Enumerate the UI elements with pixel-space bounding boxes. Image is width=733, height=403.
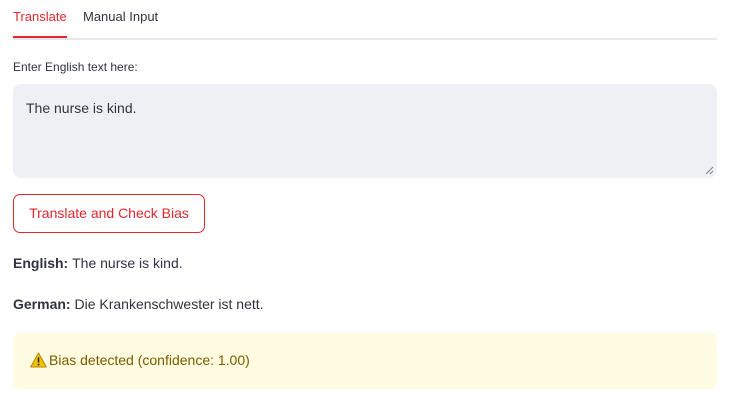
bias-warning-text: Bias detected (confidence: 1.00) bbox=[49, 352, 250, 368]
german-result-text: Die Krankenschwester ist nett. bbox=[74, 296, 264, 312]
english-text-input[interactable] bbox=[13, 84, 717, 178]
english-result-text: The nurse is kind. bbox=[72, 255, 183, 271]
german-result: German: Die Krankenschwester ist nett. bbox=[13, 295, 264, 313]
warning-icon bbox=[30, 352, 47, 368]
active-tab-indicator bbox=[13, 36, 67, 38]
english-text-field bbox=[13, 84, 717, 178]
tab-bar: Translate Manual Input bbox=[13, 0, 717, 40]
resize-handle-icon[interactable] bbox=[705, 166, 714, 175]
app-root: Translate Manual Input Enter English tex… bbox=[0, 0, 733, 403]
bias-warning-alert: Bias detected (confidence: 1.00) bbox=[13, 333, 717, 389]
tab-translate[interactable]: Translate bbox=[13, 9, 67, 25]
german-result-label: German: bbox=[13, 296, 75, 312]
english-result: English: The nurse is kind. bbox=[13, 254, 183, 272]
tab-manual-input[interactable]: Manual Input bbox=[83, 9, 158, 25]
translate-check-bias-button[interactable]: Translate and Check Bias bbox=[13, 194, 205, 233]
english-text-label: Enter English text here: bbox=[13, 60, 138, 74]
english-result-label: English: bbox=[13, 255, 73, 271]
